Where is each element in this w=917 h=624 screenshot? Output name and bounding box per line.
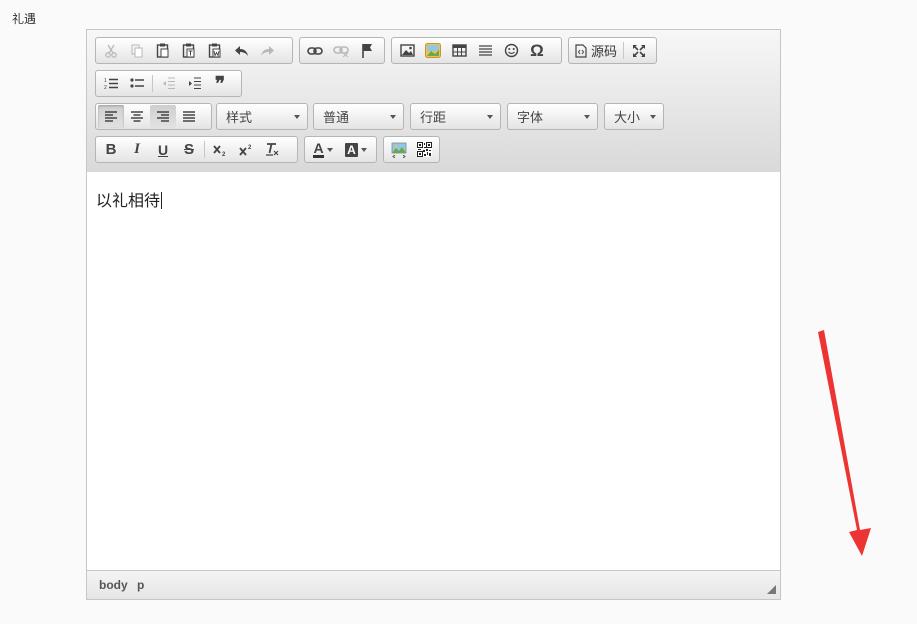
lists-group: 12 ❞: [95, 70, 242, 97]
numbered-list-icon[interactable]: 12: [98, 72, 124, 95]
bold-icon[interactable]: B: [98, 138, 124, 161]
maximize-icon[interactable]: [626, 39, 652, 62]
link-icon[interactable]: [302, 39, 328, 62]
superscript-icon[interactable]: 2: [233, 138, 259, 161]
format-combo[interactable]: 普通: [313, 103, 404, 130]
unlink-icon[interactable]: [328, 39, 354, 62]
clipboard-group: [95, 37, 293, 64]
format-combo-label: 普通: [323, 110, 350, 125]
path-element-p[interactable]: p: [137, 578, 144, 592]
svg-text:2: 2: [248, 145, 252, 151]
text-color-icon[interactable]: A: [307, 138, 339, 161]
chevron-down-icon: [487, 115, 493, 119]
svg-text:2: 2: [104, 85, 107, 90]
align-center-icon[interactable]: [124, 105, 150, 128]
chevron-down-icon: [650, 115, 656, 119]
field-label: 礼遇: [12, 12, 37, 26]
editor-toolbar: Ω 源码 12 ❞ 样式 普通 行距 字体 大小 B I U S 2 2 A A: [87, 30, 780, 173]
strike-icon[interactable]: S: [176, 138, 202, 161]
smiley-icon[interactable]: [498, 39, 524, 62]
flash-icon[interactable]: [420, 39, 446, 62]
chevron-down-icon: [390, 115, 396, 119]
resize-handle[interactable]: [767, 585, 776, 594]
align-right-icon[interactable]: [150, 105, 176, 128]
underline-icon[interactable]: U: [150, 138, 176, 161]
size-combo[interactable]: 大小: [604, 103, 664, 130]
svg-text:2: 2: [222, 152, 226, 157]
image-icon[interactable]: [394, 39, 420, 62]
align-group: [95, 103, 212, 130]
anchor-icon[interactable]: [354, 39, 380, 62]
style-combo-label: 样式: [226, 110, 253, 125]
italic-icon[interactable]: I: [124, 138, 150, 161]
extra-group: [383, 136, 440, 163]
source-icon: [575, 43, 587, 58]
source-label: 源码: [591, 44, 618, 59]
align-left-icon[interactable]: [98, 105, 124, 128]
chevron-down-icon: [584, 115, 590, 119]
special-char-icon[interactable]: Ω: [524, 39, 550, 62]
image-upload-icon[interactable]: [386, 138, 412, 161]
redo-icon[interactable]: [254, 39, 280, 62]
toolbar-separator: [152, 75, 153, 92]
chevron-down-icon: [294, 115, 300, 119]
bg-color-icon[interactable]: A: [339, 138, 373, 161]
indent-icon[interactable]: [181, 72, 207, 95]
chevron-down-icon: [360, 147, 367, 152]
align-justify-icon[interactable]: [176, 105, 202, 128]
content-text: 以礼相待: [96, 193, 161, 210]
text-cursor: [161, 192, 163, 209]
basic-styles-group: B I U S 2 2: [95, 136, 298, 163]
copy-icon[interactable]: [124, 39, 150, 62]
path-element-body[interactable]: body: [99, 578, 128, 592]
subscript-icon[interactable]: 2: [207, 138, 233, 161]
remove-format-icon[interactable]: [259, 138, 285, 161]
horizontal-rule-icon[interactable]: [472, 39, 498, 62]
outdent-icon[interactable]: [155, 72, 181, 95]
bg-color-label: A: [345, 142, 358, 157]
style-combo[interactable]: 样式: [216, 103, 308, 130]
toolbar-separator: [204, 141, 205, 158]
size-combo-label: 大小: [614, 110, 641, 125]
content-paragraph[interactable]: 以礼相待: [96, 187, 163, 211]
undo-icon[interactable]: [228, 39, 254, 62]
svg-text:1: 1: [104, 78, 107, 84]
line-height-combo-label: 行距: [420, 110, 447, 125]
links-group: [299, 37, 385, 64]
insert-group: Ω: [391, 37, 562, 64]
chevron-down-icon: [326, 147, 333, 152]
editor-statusbar: body p: [87, 570, 780, 599]
source-group: 源码: [568, 37, 657, 64]
line-height-combo[interactable]: 行距: [410, 103, 501, 130]
qrcode-icon[interactable]: [412, 138, 438, 161]
toolbar-separator: [623, 42, 625, 59]
rich-text-editor: Ω 源码 12 ❞ 样式 普通 行距 字体 大小 B I U S 2 2 A A…: [86, 29, 781, 600]
font-combo-label: 字体: [517, 110, 544, 125]
paste-icon[interactable]: [150, 39, 176, 62]
cut-icon[interactable]: [98, 39, 124, 62]
table-icon[interactable]: [446, 39, 472, 62]
font-combo[interactable]: 字体: [507, 103, 598, 130]
source-button[interactable]: 源码: [571, 39, 621, 62]
bulleted-list-icon[interactable]: [124, 72, 150, 95]
colors-group: A A: [304, 136, 377, 163]
paste-from-word-icon[interactable]: [202, 39, 228, 62]
blockquote-icon[interactable]: ❞: [207, 72, 233, 95]
paste-text-icon[interactable]: [176, 39, 202, 62]
text-color-label: A: [313, 139, 324, 158]
editor-content[interactable]: 以礼相待: [87, 172, 780, 570]
